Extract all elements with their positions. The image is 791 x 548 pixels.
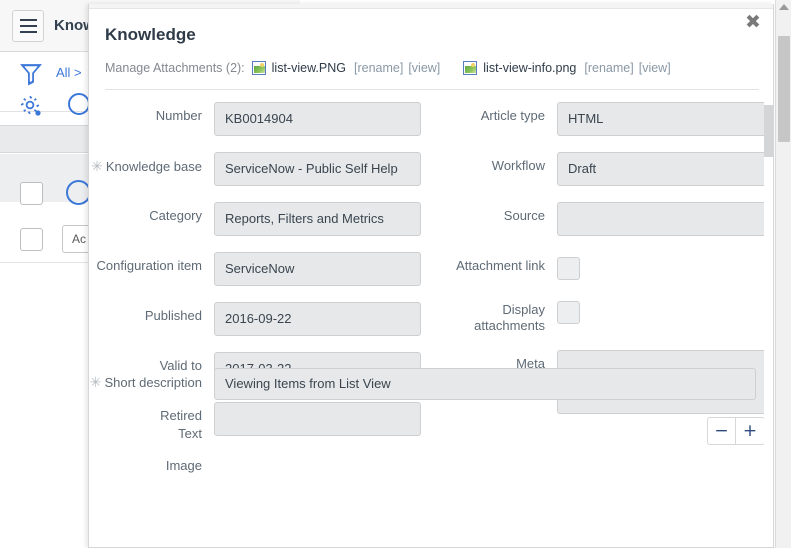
hamburger-menu-icon[interactable]: [12, 10, 44, 42]
modal-top-bar: [89, 4, 773, 9]
field-label-text: Image: [165, 458, 202, 473]
attachment-rename-link[interactable]: [rename]: [584, 61, 633, 75]
field-label: Display attachments: [437, 296, 557, 334]
image-attachment-icon: [463, 61, 478, 75]
field-input[interactable]: ServiceNow - Public Self Help: [214, 152, 421, 186]
form-field: Image: [89, 452, 437, 486]
field-input[interactable]: ServiceNow: [214, 252, 421, 286]
attachment-item-1: list-view.PNG [rename] [view]: [251, 61, 446, 75]
form-field: Article type HTML: [437, 102, 773, 136]
field-label-text: Source: [503, 208, 545, 223]
gear-icon[interactable]: [19, 94, 43, 118]
text-field: Text: [89, 422, 773, 442]
form-field: Published 2016-09-22: [89, 302, 437, 336]
form-field: ✳ Knowledge base ServiceNow - Public Self …: [89, 152, 437, 186]
field-label: Configuration item: [89, 252, 214, 274]
page-scrollbar[interactable]: [775, 0, 791, 548]
row-checkbox-1[interactable]: [20, 182, 43, 205]
field-label: Attachment link: [437, 252, 557, 274]
modal-scrollbar-thumb[interactable]: [764, 105, 773, 157]
close-icon[interactable]: ✖: [743, 12, 763, 32]
filter-funnel-icon[interactable]: [20, 62, 42, 86]
knowledge-modal: ✖ Knowledge Manage Attachments (2): list…: [88, 4, 774, 548]
field-label-text: Knowledge base: [105, 159, 202, 174]
breadcrumb[interactable]: All >: [56, 65, 82, 80]
modal-scrollbar[interactable]: [764, 9, 773, 547]
field-input[interactable]: Draft: [557, 152, 766, 186]
search-circle-icon[interactable]: [68, 93, 90, 115]
zoom-out-button[interactable]: −: [708, 418, 736, 444]
form-field: Workflow Draft: [437, 152, 773, 186]
form-column-left: Number KB0014904 ✳ Knowledge base ServiceNow…: [89, 102, 437, 502]
short-description-input[interactable]: Viewing Items from List View: [214, 368, 756, 400]
field-checkbox[interactable]: [557, 301, 580, 324]
attachment-filename[interactable]: list-view.PNG: [272, 61, 346, 75]
field-label-text: Published: [144, 308, 202, 323]
form-field: Attachment link: [437, 252, 773, 280]
field-label-text: Configuration item: [96, 258, 203, 273]
manage-attachments-label: Manage Attachments (2):: [105, 61, 245, 75]
manage-attachments-row: Manage Attachments (2): list-view.PNG [r…: [105, 61, 676, 75]
zoom-in-button[interactable]: +: [736, 418, 764, 444]
field-input[interactable]: 2016-09-22: [214, 302, 421, 336]
required-marker-icon: ✳: [89, 374, 102, 390]
form-field: Display attachments: [437, 296, 773, 334]
form-field: Category Reports, Filters and Metrics: [89, 202, 437, 236]
field-label: Published: [89, 302, 214, 324]
page-scrollbar-thumb[interactable]: [778, 36, 790, 142]
field-label-text: Category: [149, 208, 202, 223]
short-description-label: ✳ Short description: [89, 368, 214, 391]
field-label: Workflow: [437, 152, 557, 174]
field-label-text: Retired: [160, 408, 202, 423]
attachment-view-link[interactable]: [view]: [639, 61, 671, 75]
field-label-text: Workflow: [491, 158, 545, 173]
field-label-text: Article type: [480, 108, 545, 123]
attachment-rename-link[interactable]: [rename]: [354, 61, 403, 75]
field-label: Source: [437, 202, 557, 224]
field-label-text: Display attachments: [474, 302, 545, 333]
field-label-text: Attachment link: [456, 258, 545, 273]
page-title: Knowledge: [105, 25, 196, 44]
field-label: Retired: [89, 402, 214, 424]
form-field: Number KB0014904: [89, 102, 437, 136]
short-description-label-text: Short description: [104, 375, 202, 390]
short-description-field: ✳ Short description Viewing Items from Li…: [89, 368, 773, 400]
field-label-text: Number: [155, 108, 202, 123]
divider: [105, 89, 759, 90]
form-field: Configuration item ServiceNow: [89, 252, 437, 286]
field-input[interactable]: Reports, Filters and Metrics: [214, 202, 421, 236]
field-label: Article type: [437, 102, 557, 124]
field-label: Number: [89, 102, 214, 124]
attachment-view-link[interactable]: [view]: [408, 61, 440, 75]
field-label: Image: [89, 452, 214, 474]
scroll-up-arrow-icon[interactable]: [779, 4, 789, 10]
row-checkbox-2[interactable]: [20, 228, 43, 251]
image-attachment-icon: [251, 61, 266, 75]
field-input[interactable]: HTML: [557, 102, 766, 136]
form-field: Source: [437, 202, 773, 236]
text-label: Text: [178, 426, 202, 441]
field-input[interactable]: KB0014904: [214, 102, 421, 136]
field-label: Category: [89, 202, 214, 224]
field-input[interactable]: [557, 202, 766, 236]
field-checkbox[interactable]: [557, 257, 580, 280]
attachment-filename[interactable]: list-view-info.png: [483, 61, 576, 75]
field-label: ✳ Knowledge base: [89, 152, 214, 175]
zoom-controls: − +: [707, 417, 765, 445]
required-marker-icon: ✳: [91, 158, 103, 174]
attachment-item-2: list-view-info.png [rename] [view]: [463, 61, 675, 75]
